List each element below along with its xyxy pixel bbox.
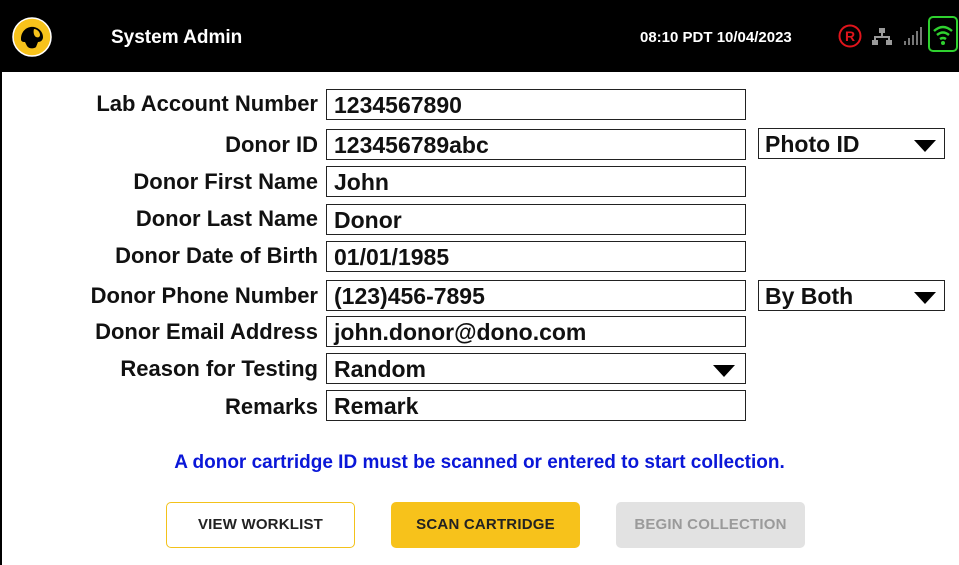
top-bar: System Admin 08:10 PDT 10/04/2023 R	[0, 0, 959, 72]
donor-phone-field[interactable]: (123)456-7895	[326, 280, 746, 311]
donor-dob-field[interactable]: 01/01/1985	[326, 241, 746, 272]
svg-text:R: R	[845, 28, 855, 44]
chevron-down-icon	[713, 365, 735, 377]
registered-r-icon: R	[838, 24, 862, 48]
view-worklist-button[interactable]: VIEW WORKLIST	[166, 502, 355, 548]
donor-last-name-label: Donor Last Name	[135, 206, 318, 231]
clock-date: 08:10 PDT 10/04/2023	[640, 29, 792, 46]
id-type-value: Photo ID	[765, 131, 860, 157]
donor-phone-label: Donor Phone Number	[90, 283, 318, 308]
remarks-field[interactable]: Remark	[326, 390, 746, 421]
signal-bars-icon	[904, 27, 922, 45]
chevron-down-icon	[914, 292, 936, 304]
donor-last-name-value: Donor	[334, 207, 402, 233]
donor-email-field[interactable]: john.donor@dono.com	[326, 316, 746, 347]
donor-phone-value: (123)456-7895	[334, 283, 485, 309]
lab-account-number-label: Lab Account Number	[96, 91, 318, 116]
lab-account-number-field[interactable]: 1234567890	[326, 89, 746, 120]
id-type-select[interactable]: Photo ID	[758, 128, 945, 159]
begin-collection-button[interactable]: BEGIN COLLECTION	[616, 502, 805, 548]
remarks-value: Remark	[334, 393, 419, 419]
contact-method-select[interactable]: By Both	[758, 280, 945, 311]
cartridge-notice: A donor cartridge ID must be scanned or …	[174, 452, 785, 473]
donor-email-label: Donor Email Address	[95, 319, 318, 344]
donor-id-value: 123456789abc	[334, 132, 489, 158]
donor-first-name-field[interactable]: John	[326, 166, 746, 197]
donor-id-field[interactable]: 123456789abc	[326, 129, 746, 160]
left-frame-edge	[0, 72, 2, 565]
donor-dob-label: Donor Date of Birth	[115, 243, 318, 268]
contact-method-value: By Both	[765, 283, 854, 309]
dog-logo-icon	[12, 17, 52, 57]
scan-cartridge-button[interactable]: SCAN CARTRIDGE	[391, 502, 580, 548]
app-title: System Admin	[111, 27, 243, 48]
lab-account-number-value: 1234567890	[334, 92, 462, 118]
remarks-label: Remarks	[225, 394, 318, 419]
donor-email-value: john.donor@dono.com	[334, 319, 587, 345]
donor-dob-value: 01/01/1985	[334, 244, 450, 270]
donor-last-name-field[interactable]: Donor	[326, 204, 746, 235]
reason-for-testing-label: Reason for Testing	[120, 356, 318, 381]
donor-first-name-value: John	[334, 169, 389, 195]
donor-first-name-label: Donor First Name	[133, 169, 318, 194]
chevron-down-icon	[914, 140, 936, 152]
network-icon	[872, 28, 892, 45]
donor-id-label: Donor ID	[225, 132, 318, 157]
reason-for-testing-value: Random	[334, 356, 426, 382]
wifi-icon	[928, 16, 958, 52]
reason-for-testing-select[interactable]: Random	[326, 353, 746, 384]
